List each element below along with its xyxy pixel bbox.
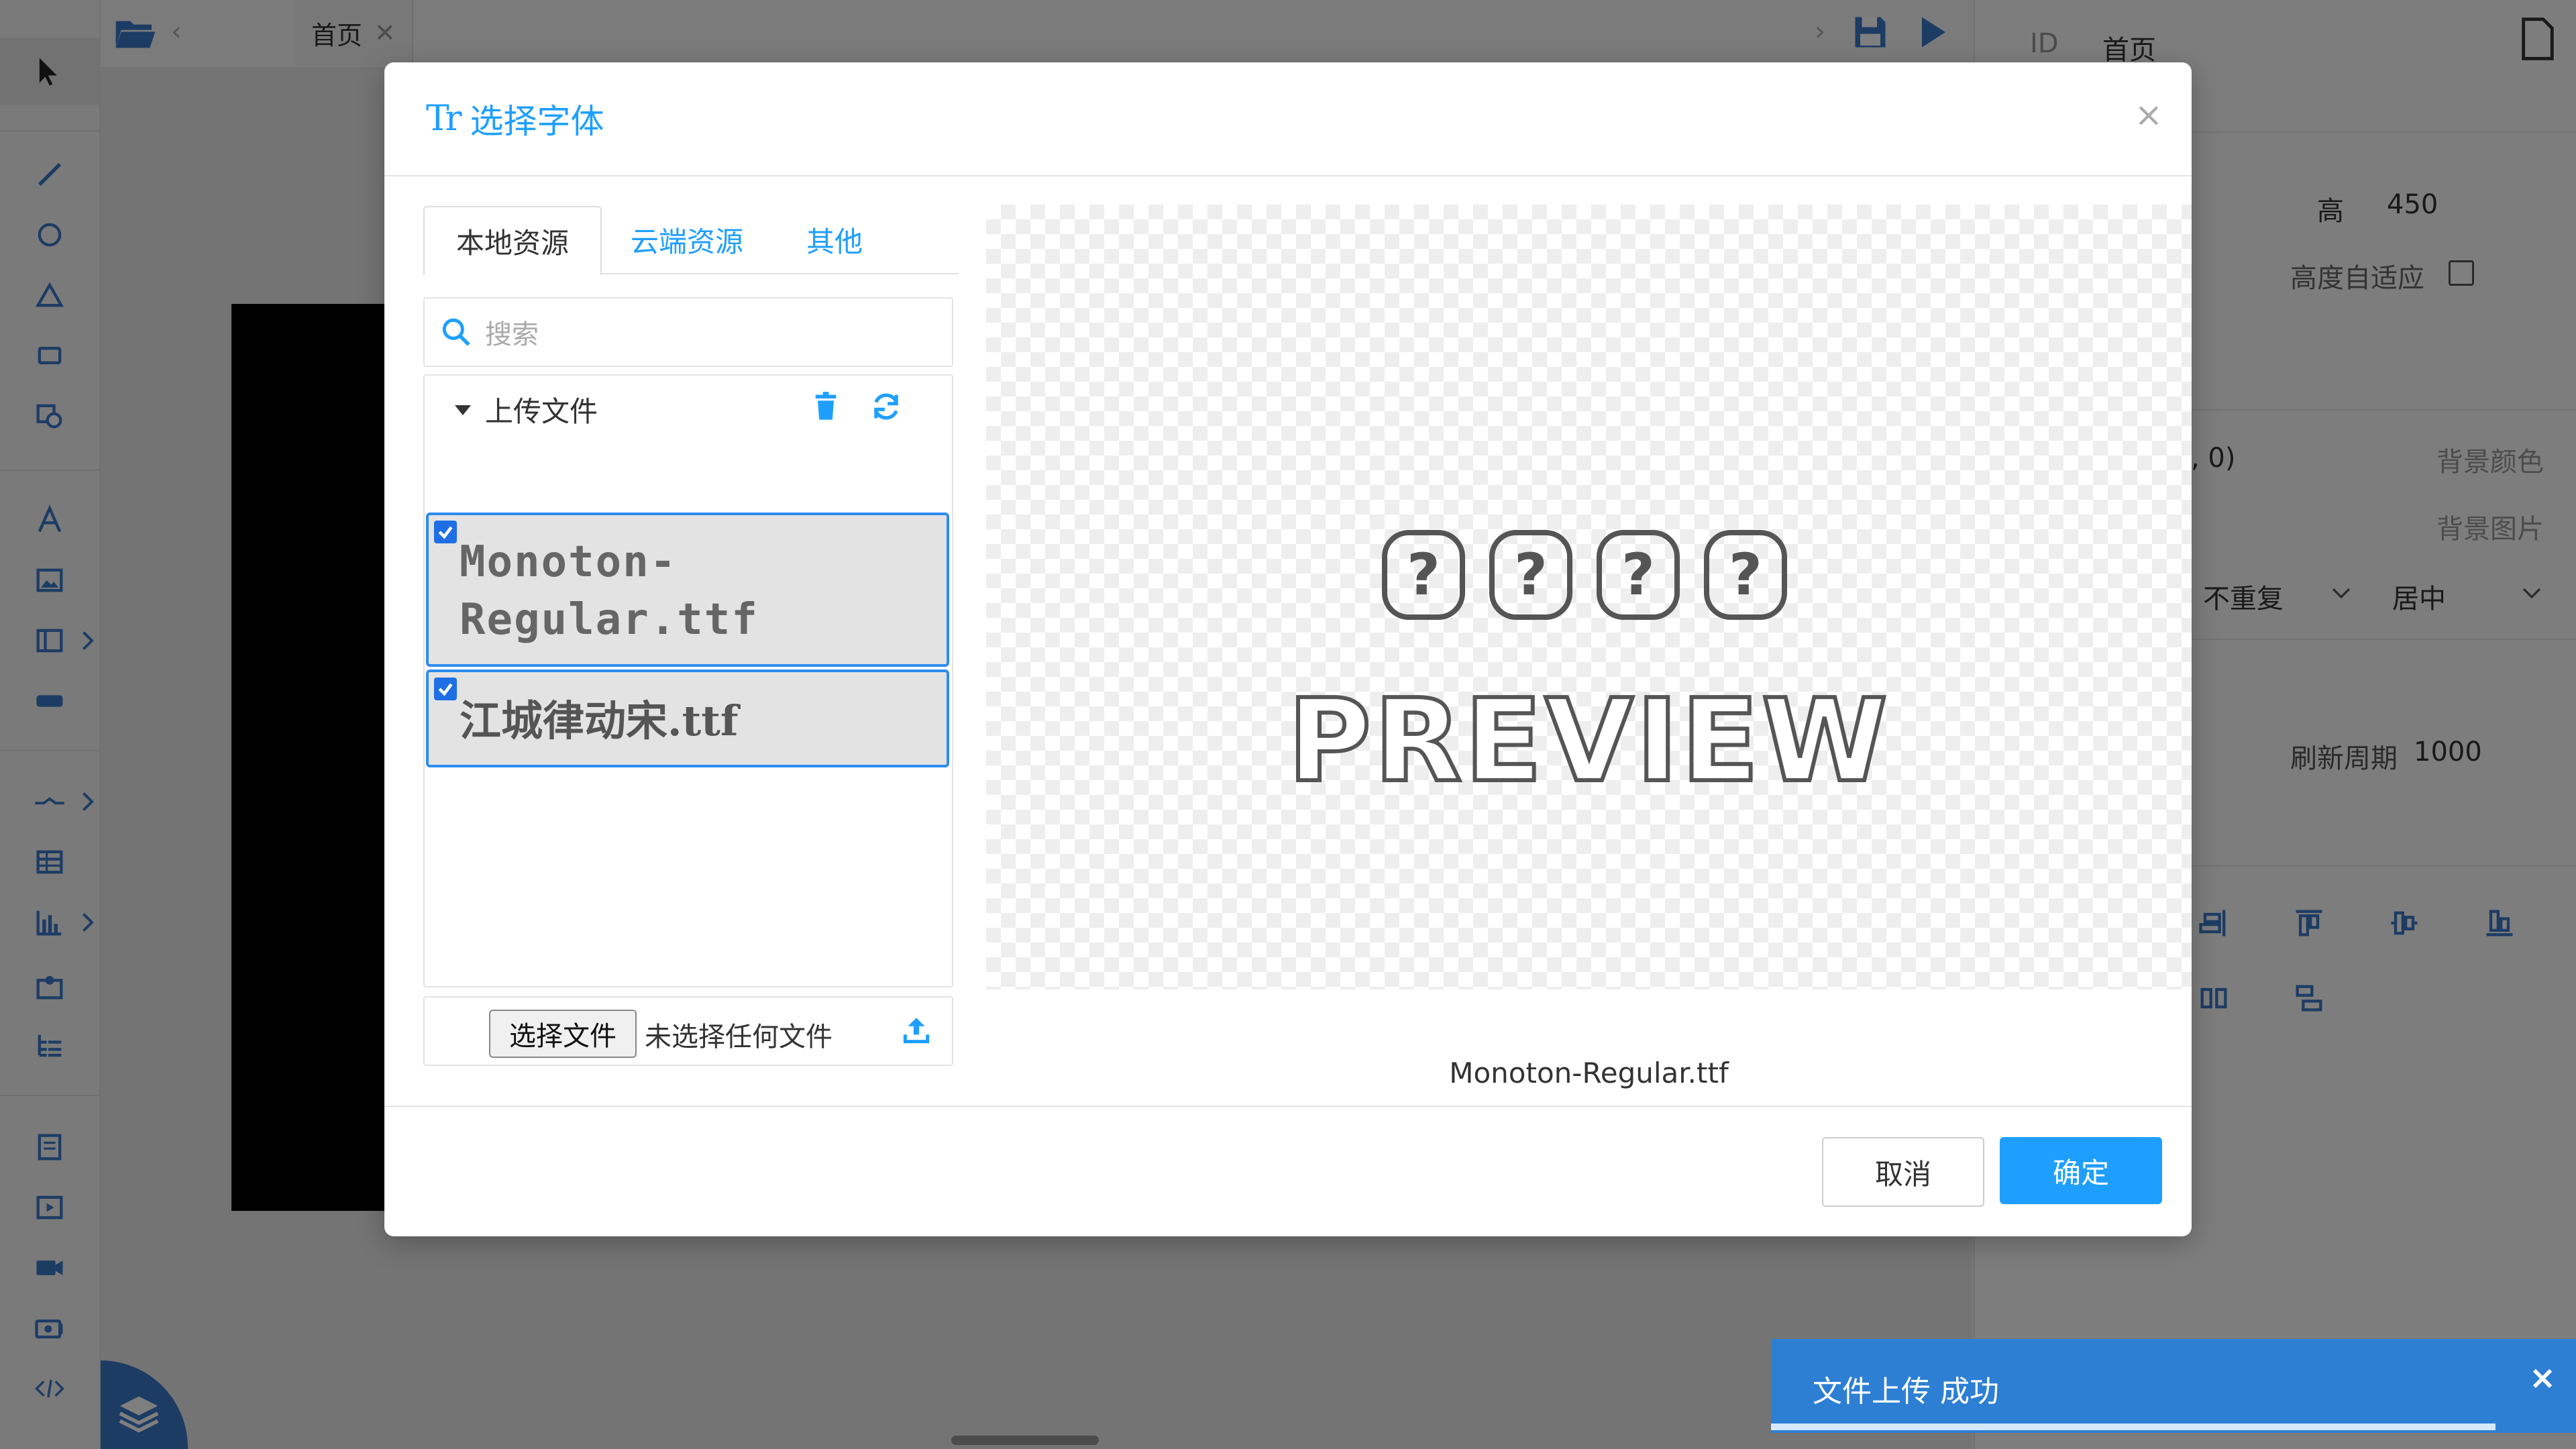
caret-down-icon[interactable]: [453, 399, 473, 419]
file-name: 江城律动宋.ttf: [460, 696, 739, 745]
dialog-title: Tr 选择字体: [426, 95, 604, 143]
confirm-button[interactable]: 确定: [2000, 1137, 2162, 1204]
file-checkbox[interactable]: [434, 521, 457, 543]
toast-progress: [1771, 1424, 2496, 1430]
file-name-line1: Monoton-: [460, 537, 678, 587]
no-file-label: 未选择任何文件: [645, 1022, 833, 1053]
refresh-icon[interactable]: [869, 389, 904, 424]
preview-caption: Monoton-Regular.ttf: [1449, 1057, 1729, 1089]
preview-glyph: ?: [1704, 530, 1787, 620]
file-item-jiangcheng[interactable]: 江城律动宋.ttf: [426, 669, 949, 767]
check-icon: [438, 526, 453, 539]
file-checkbox[interactable]: [434, 678, 457, 700]
tab-cloud[interactable]: 云端资源: [603, 206, 771, 273]
toast-close-icon[interactable]: ×: [2529, 1359, 2556, 1397]
search-placeholder: 搜索: [485, 319, 539, 350]
dialog-close-icon[interactable]: ×: [2129, 95, 2169, 135]
search-icon: [442, 318, 470, 346]
tab-local[interactable]: 本地资源: [423, 206, 602, 276]
font-search-input[interactable]: 搜索: [423, 297, 953, 367]
choose-file-button[interactable]: 选择文件: [489, 1010, 637, 1058]
success-toast: 文件上传 成功 ×: [1771, 1339, 2576, 1433]
folder-upload[interactable]: 上传文件: [425, 376, 952, 443]
upload-icon[interactable]: [900, 1014, 933, 1047]
resource-tabs: 本地资源 云端资源 其他: [423, 206, 959, 276]
dialog-title-text: 选择字体: [470, 102, 604, 141]
toast-message: 文件上传 成功: [1813, 1375, 1999, 1409]
preview-glyph: ?: [1597, 530, 1680, 620]
file-item-monoton[interactable]: Monoton- Regular.ttf: [426, 513, 949, 667]
font-type-icon: Tr: [426, 99, 462, 139]
upload-row: 选择文件 未选择任何文件: [423, 996, 953, 1066]
cancel-button[interactable]: 取消: [1822, 1137, 1984, 1207]
file-tree: 上传文件 Monoton- Regular.ttf 江城律动宋.ttf: [423, 374, 953, 987]
font-picker-dialog: Tr 选择字体 × 本地资源 云端资源 其他 搜索 上传文件 Monoton- …: [384, 62, 2192, 1236]
footer-divider: [384, 1106, 2192, 1107]
dialog-header: Tr 选择字体 ×: [384, 62, 2192, 176]
file-name-line2: Regular.ttf: [460, 595, 759, 645]
folder-label: 上传文件: [485, 394, 598, 428]
preview-glyph: ?: [1489, 530, 1572, 620]
font-preview-area: ? ? ? ? PREVIEW: [986, 205, 2192, 989]
preview-glyph: ?: [1382, 530, 1465, 620]
check-icon: [438, 683, 453, 696]
trash-icon[interactable]: [811, 390, 841, 423]
preview-word: PREVIEW: [1285, 673, 1890, 810]
tab-other[interactable]: 其他: [771, 206, 898, 273]
